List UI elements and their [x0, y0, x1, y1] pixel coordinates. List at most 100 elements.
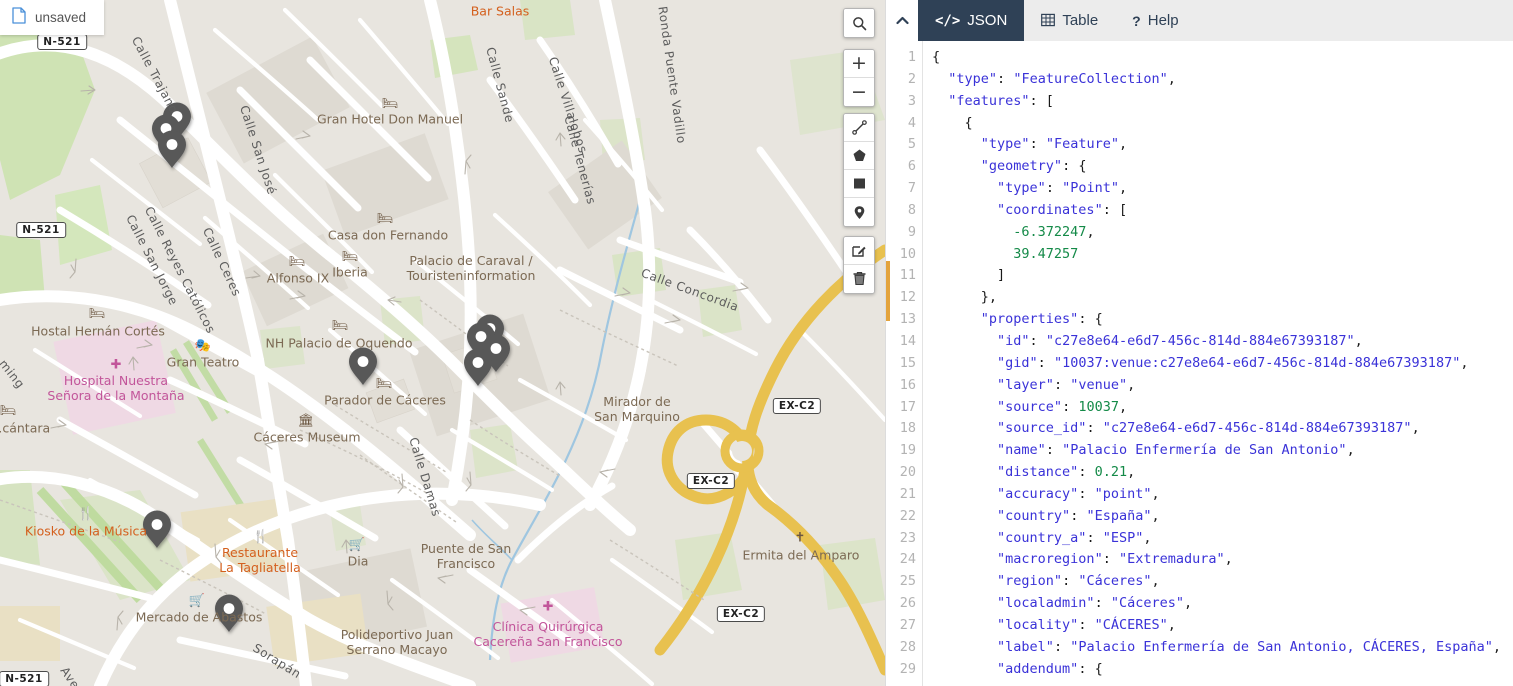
- json-token-pun: :: [997, 70, 1014, 87]
- json-line[interactable]: "macroregion": "Extremadura",: [932, 549, 1513, 571]
- json-line[interactable]: "coordinates": [: [932, 200, 1513, 222]
- json-editor[interactable]: 1 2 3 4 5 6 7 8 9 10 11 12 13 14 15 16 17 18 19 20 21 22 23 24 2…: [886, 41, 1513, 686]
- json-token-pun: [932, 508, 997, 524]
- json-token-pun: ,: [1118, 398, 1128, 415]
- marker-icon[interactable]: [844, 198, 874, 226]
- json-token-pun: },: [932, 289, 998, 306]
- json-token-pun: [932, 333, 997, 349]
- map-zoom-control[interactable]: + −: [843, 49, 875, 107]
- json-line[interactable]: "label": "Palacio Enfermería de San Anto…: [932, 637, 1513, 659]
- json-token-pun: ,: [1118, 180, 1128, 197]
- json-line[interactable]: "country_a": "ESP",: [932, 528, 1513, 550]
- json-line[interactable]: "type": "Feature",: [932, 134, 1513, 156]
- json-token-pun: [932, 311, 981, 327]
- map-canvas[interactable]: [0, 0, 885, 686]
- json-token-key: "type": [948, 70, 998, 87]
- json-token-pun: :: [1078, 616, 1095, 633]
- map-search-control[interactable]: [843, 8, 875, 38]
- json-line[interactable]: "id": "c27e8e64-e6d7-456c-814d-884e67393…: [932, 331, 1513, 353]
- tab-help[interactable]: ? Help: [1115, 0, 1195, 41]
- json-token-str: "Feature": [1045, 136, 1119, 153]
- json-line[interactable]: {: [932, 47, 1513, 69]
- json-line[interactable]: "locality": "CÁCERES",: [932, 615, 1513, 637]
- json-token-key: "localadmin": [997, 595, 1095, 612]
- json-line[interactable]: {: [932, 113, 1513, 135]
- json-token-pun: ,: [1224, 551, 1233, 568]
- json-token-pun: :: [1029, 136, 1046, 153]
- json-line[interactable]: "name": "Palacio Enfermería de San Anton…: [932, 440, 1513, 462]
- json-token-pun: : [: [1102, 201, 1128, 218]
- json-token-pun: [932, 551, 997, 567]
- tab-json-label: JSON: [967, 12, 1008, 29]
- json-token-key: "properties": [980, 311, 1079, 328]
- json-token-pun: :: [1086, 529, 1103, 546]
- json-token-pun: ,: [1460, 354, 1469, 371]
- json-line[interactable]: "type": "FeatureCollection",: [932, 69, 1513, 91]
- json-line[interactable]: "distance": 0.21,: [932, 462, 1513, 484]
- line-number: 13: [899, 311, 916, 328]
- code-icon: </>: [935, 12, 961, 29]
- map-draw-toolbar[interactable]: [843, 113, 875, 227]
- json-token-pun: ,: [1127, 376, 1136, 393]
- json-line[interactable]: "addendum": {: [932, 659, 1513, 681]
- zoom-out-button[interactable]: −: [844, 78, 874, 106]
- json-line[interactable]: "country": "España",: [932, 506, 1513, 528]
- zoom-in-button[interactable]: +: [844, 50, 874, 78]
- json-token-pun: ,: [1127, 464, 1136, 481]
- json-line[interactable]: 39.47257: [932, 244, 1513, 266]
- json-line[interactable]: "source_id": "c27e8e64-e6d7-456c-814d-88…: [932, 418, 1513, 440]
- trash-icon[interactable]: [844, 265, 874, 293]
- json-token-pun: :: [1102, 551, 1119, 568]
- line-number: 15: [899, 354, 916, 371]
- tab-table[interactable]: Table: [1024, 0, 1115, 41]
- json-line[interactable]: "accuracy": "point",: [932, 484, 1513, 506]
- json-token-pun: [932, 136, 981, 152]
- json-line[interactable]: "gid": "10037:venue:c27e8e64-e6d7-456c-8…: [932, 353, 1513, 375]
- search-icon[interactable]: [844, 9, 874, 37]
- json-line[interactable]: -6.372247,: [932, 222, 1513, 244]
- json-token-pun: [932, 224, 1013, 240]
- tab-json[interactable]: </> JSON: [918, 0, 1025, 41]
- scrollbar-thumb[interactable]: [886, 261, 890, 321]
- json-token-pun: : {: [1078, 660, 1103, 677]
- json-token-pun: ,: [1411, 420, 1420, 437]
- edit-icon[interactable]: [844, 237, 874, 265]
- json-line[interactable]: "type": "Point",: [932, 178, 1513, 200]
- unsaved-file-tab[interactable]: unsaved: [0, 0, 105, 35]
- line-number: 9: [907, 223, 916, 240]
- json-line[interactable]: },: [932, 287, 1513, 309]
- json-code-content[interactable]: { "type": "FeatureCollection", "features…: [923, 41, 1513, 686]
- chevron-up-icon[interactable]: [886, 0, 918, 41]
- line-number: 18: [899, 420, 916, 437]
- line-number: 19: [899, 442, 916, 459]
- json-token-pun: [932, 661, 997, 677]
- json-token-pun: [932, 573, 997, 589]
- line-number: 12: [899, 289, 916, 306]
- json-line[interactable]: "layer": "venue",: [932, 375, 1513, 397]
- json-token-pun: :: [1053, 376, 1071, 393]
- json-token-pun: ,: [1143, 529, 1152, 546]
- polygon-icon[interactable]: [844, 142, 874, 170]
- json-line[interactable]: "geometry": {: [932, 156, 1513, 178]
- line-icon[interactable]: [844, 114, 874, 142]
- json-line[interactable]: "localadmin": "Cáceres",: [932, 593, 1513, 615]
- json-token-str: "venue": [1070, 376, 1128, 393]
- editor-scrollbar[interactable]: [886, 41, 890, 686]
- rectangle-icon[interactable]: [844, 170, 874, 198]
- line-number: 29: [899, 660, 916, 677]
- json-line[interactable]: ]: [932, 265, 1513, 287]
- map-pane[interactable]: Calle Trajano Calle Sande Calle Villalobos…: [0, 0, 885, 686]
- json-line[interactable]: "region": "Cáceres",: [932, 571, 1513, 593]
- map-edit-toolbar[interactable]: [843, 236, 875, 294]
- json-line[interactable]: "source": 10037,: [932, 397, 1513, 419]
- json-token-key: "geometry": [980, 158, 1063, 175]
- json-token-num: -6.372247: [1013, 223, 1087, 240]
- json-token-key: "region": [997, 573, 1063, 590]
- json-token-str: "10037:venue:c27e8e64-e6d7-456c-814d-884…: [1053, 354, 1461, 371]
- json-token-pun: ,: [1151, 507, 1160, 524]
- json-line[interactable]: "properties": {: [932, 309, 1513, 331]
- line-number: 6: [907, 158, 916, 175]
- json-token-pun: [932, 595, 997, 611]
- json-line[interactable]: "features": [: [932, 91, 1513, 113]
- json-token-pun: : [: [1029, 92, 1054, 109]
